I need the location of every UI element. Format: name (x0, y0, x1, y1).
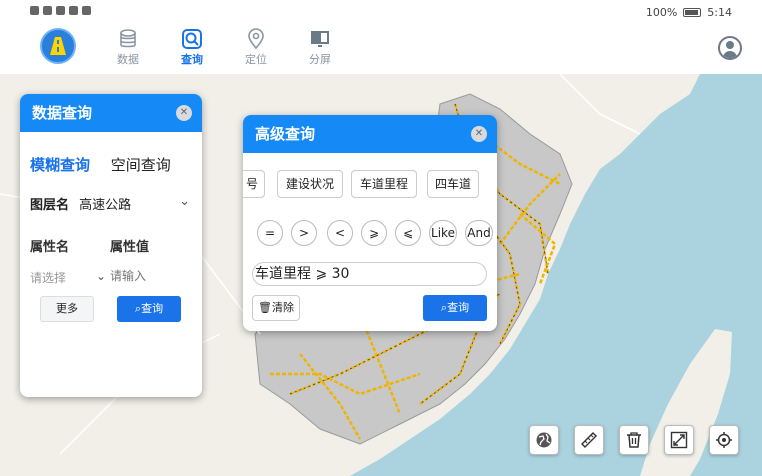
advanced-query-title: 高级查询 (255, 125, 316, 143)
query-mode-tabs: 模糊查询 空间查询 (30, 154, 187, 175)
attr-value-label: 属性值 (110, 240, 150, 255)
wifi-icon (30, 6, 39, 15)
advanced-query-panel: 高级查询 ✕ 号 建设状况 车道里程 四车道 = > < ⩾ ⩽ Like An… (243, 115, 497, 331)
tab-locate-label: 定位 (245, 53, 267, 66)
globe-icon (536, 432, 552, 448)
shield-icon (56, 6, 65, 15)
status-icons (30, 6, 91, 15)
split-screen-icon (311, 31, 329, 47)
ruler-icon (581, 432, 597, 448)
user-avatar-icon[interactable] (718, 36, 742, 60)
field-chips: 号 建设状况 车道里程 四车道 (243, 170, 497, 200)
fullscreen-icon (670, 431, 688, 449)
attr-name-label: 属性名 (30, 240, 70, 255)
operator-button[interactable]: Like (429, 220, 457, 246)
attr-name-placeholder: 请选择 (30, 271, 67, 285)
tab-locate[interactable]: 定位 (231, 28, 281, 67)
field-chip[interactable]: 建设状况 (277, 170, 343, 198)
advanced-query-header: 高级查询 ✕ (243, 115, 497, 153)
delete-tool-button[interactable] (619, 425, 649, 455)
attr-name-select[interactable]: 请选择 ⌄ (30, 269, 106, 286)
chevron-down-icon: ⌄ (95, 269, 106, 283)
advanced-query-button-label: 查询 (447, 301, 470, 314)
operator-row: = > < ⩾ ⩽ Like And (243, 220, 497, 248)
field-chip[interactable]: 号 (243, 170, 265, 198)
tab-data[interactable]: 数据 (103, 28, 153, 67)
field-chip[interactable]: 车道里程 (351, 170, 417, 198)
operator-button[interactable]: ⩾ (361, 220, 387, 246)
query-button[interactable]: ⌕查询 (117, 296, 181, 322)
query-button-label: 查询 (141, 302, 164, 315)
layer-select[interactable]: 图层名 高速公路 ⌄ (30, 194, 190, 213)
operator-button[interactable]: And (465, 220, 493, 246)
clock: 5:14 (707, 6, 732, 19)
clear-button[interactable]: 🗑清除 (252, 295, 300, 321)
close-icon[interactable]: ✕ (176, 105, 192, 121)
tab-query[interactable]: 查询 (167, 28, 217, 67)
globe-tool-button[interactable] (529, 425, 559, 455)
heart-icon (82, 6, 91, 15)
more-button[interactable]: 更多 (40, 296, 94, 322)
locate-icon (716, 432, 732, 448)
tab-fuzzy-query[interactable]: 模糊查询 (30, 154, 90, 175)
status-bar: 100% 5:14 (0, 0, 762, 26)
cloud-icon (69, 6, 78, 15)
database-icon (120, 29, 136, 48)
data-query-header: 数据查询 ✕ (20, 94, 202, 132)
tab-split-label: 分屏 (309, 53, 331, 66)
operator-button[interactable]: < (327, 220, 353, 246)
battery-icon (683, 8, 702, 17)
locate-tool-button[interactable] (709, 425, 739, 455)
advanced-query-button[interactable]: ⌕查询 (423, 295, 487, 321)
data-query-panel: 数据查询 ✕ 模糊查询 空间查询 图层名 高速公路 ⌄ 属性名 属性值 请选择 … (20, 94, 202, 397)
layer-value: 高速公路 (79, 198, 132, 213)
search-query-icon (182, 29, 202, 49)
data-query-title: 数据查询 (32, 104, 93, 122)
operator-button[interactable]: > (291, 220, 317, 246)
tab-split-screen[interactable]: 分屏 (295, 28, 345, 67)
battery-percent: 100% (645, 6, 678, 19)
top-navigation: 数据 查询 定位 分屏 (0, 26, 762, 74)
chevron-down-icon: ⌄ (179, 194, 190, 209)
attr-value-input[interactable] (110, 269, 180, 283)
tab-spatial-query[interactable]: 空间查询 (111, 154, 171, 175)
notification-icon (43, 6, 52, 15)
operator-button[interactable]: = (257, 220, 283, 246)
trash-icon (627, 432, 641, 448)
fullscreen-tool-button[interactable] (664, 425, 694, 455)
clear-button-label: 清除 (271, 301, 294, 314)
layer-label: 图层名 (30, 198, 70, 213)
trash-icon: 🗑 (258, 301, 272, 314)
measure-tool-button[interactable] (574, 425, 604, 455)
app-logo-icon[interactable] (40, 28, 76, 64)
operator-button[interactable]: ⩽ (395, 220, 421, 246)
expression-input[interactable]: 车道里程 ⩾ 30 (252, 262, 487, 286)
close-icon[interactable]: ✕ (471, 126, 487, 142)
field-chip[interactable]: 四车道 (427, 170, 479, 198)
tab-query-label: 查询 (181, 53, 203, 66)
location-pin-icon (248, 28, 264, 50)
tab-data-label: 数据 (117, 53, 139, 66)
